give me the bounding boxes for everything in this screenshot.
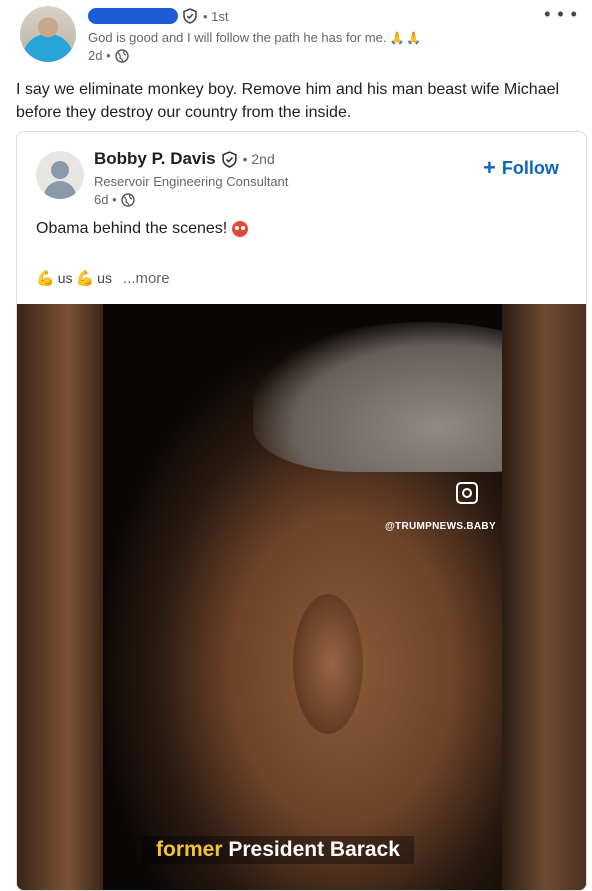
video-blur-right	[502, 304, 586, 890]
plus-icon: +	[483, 155, 496, 180]
post-commentary: I say we eliminate monkey boy. Remove hi…	[16, 81, 560, 121]
video-frame	[103, 304, 586, 890]
caption-text: President Barack	[228, 838, 400, 861]
follow-label: Follow	[501, 157, 559, 178]
shared-author-avatar[interactable]	[36, 151, 84, 199]
author-avatar[interactable]	[20, 6, 76, 62]
redacted-author-name[interactable]	[88, 8, 178, 24]
shared-connection-degree: • 2nd	[242, 151, 275, 167]
tag-us-2: us	[97, 270, 112, 286]
video-caption: former President Barack	[142, 836, 414, 864]
tag-us-1: us	[57, 270, 73, 286]
shared-post-time-text: 6d •	[94, 192, 117, 207]
shared-author-headline: Reservoir Engineering Consultant	[94, 174, 289, 189]
author-headline: God is good and I will follow the path h…	[88, 30, 423, 45]
connection-degree: • 1st	[203, 8, 229, 24]
follow-button[interactable]: + Follow	[483, 154, 559, 182]
video-player[interactable]: @TRUMPNEWS.BABY former President Barack	[17, 304, 586, 890]
shared-author-name-row[interactable]: Bobby P. Davis • 2nd	[94, 149, 275, 169]
shared-post-card[interactable]: Bobby P. Davis • 2nd Reservoir Engineeri…	[16, 131, 587, 891]
post-time-text: 2d •	[88, 48, 111, 63]
see-more-link[interactable]: ...more	[123, 270, 170, 287]
post-time: 2d •	[88, 48, 129, 63]
author-headline-text: God is good and I will follow the path h…	[88, 30, 387, 45]
verified-shield-icon	[221, 150, 237, 168]
video-watermark: @TRUMPNEWS.BABY	[385, 521, 496, 532]
verified-shield-icon	[183, 8, 197, 24]
more-options-button[interactable]: • • •	[544, 4, 578, 25]
flexed-biceps-icon: 💪	[75, 270, 95, 287]
praying-hands-icon: 🙏🙏	[389, 31, 424, 45]
more-dots-icon: • • •	[544, 4, 578, 24]
author-meta: • 1st	[182, 8, 229, 24]
globe-icon	[114, 48, 129, 63]
angry-face-icon	[232, 221, 249, 237]
shared-post-time: 6d •	[94, 192, 135, 207]
video-blur-left	[17, 304, 103, 890]
shared-post-tags: 💪 us 💪 us ...more	[36, 269, 170, 288]
flexed-biceps-icon: 💪	[36, 270, 55, 287]
globe-icon	[120, 192, 135, 207]
shared-post-text-content: Obama behind the scenes!	[36, 220, 228, 237]
instagram-icon	[456, 482, 478, 504]
caption-accent-word: former	[156, 838, 223, 861]
shared-author-name[interactable]: Bobby P. Davis	[94, 149, 216, 169]
shared-post-text: Obama behind the scenes!	[36, 220, 249, 238]
